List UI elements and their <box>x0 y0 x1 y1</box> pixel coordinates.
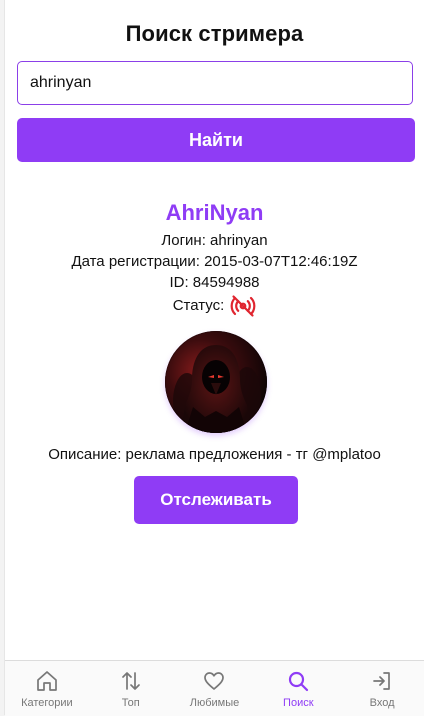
app-screen: Поиск стримера Найти AhriNyan Логин: ahr… <box>5 0 424 716</box>
nav-label: Любимые <box>189 697 240 709</box>
nav-item-top[interactable]: Топ <box>89 661 173 716</box>
status-label: Статус: <box>172 297 225 314</box>
streamer-avatar <box>165 331 267 433</box>
follow-button[interactable]: Отслеживать <box>134 476 298 524</box>
search-icon <box>289 671 309 692</box>
nav-item-categories[interactable]: Категории <box>5 661 89 716</box>
nav-item-favorites[interactable]: Любимые <box>173 661 257 716</box>
nav-label: Вход <box>369 697 395 709</box>
streamer-description: Описание: реклама предложения - тг @mpla… <box>48 446 381 463</box>
nav-item-login[interactable]: Вход <box>340 661 424 716</box>
avatar-image <box>165 331 267 433</box>
nav-label: Поиск <box>283 697 314 709</box>
find-button[interactable]: Найти <box>17 118 415 162</box>
heart-icon <box>204 672 225 690</box>
streamer-id: ID: 84594988 <box>169 274 260 291</box>
streamer-registration-date: Дата регистрации: 2015-03-07T12:46:19Z <box>71 253 358 270</box>
login-icon <box>373 672 390 690</box>
streamer-display-name: AhriNyan <box>165 200 264 225</box>
page-title: Поиск стримера <box>125 21 304 46</box>
nav-label: Топ <box>121 697 140 709</box>
offline-broadcast-icon <box>230 295 256 317</box>
streamer-login: Логин: ahrinyan <box>161 232 268 249</box>
sort-arrows-icon <box>121 672 140 690</box>
streamer-profile: AhriNyan Логин: ahrinyan Дата регистраци… <box>5 196 424 319</box>
bottom-navigation: Категории Топ Любимые Поиск Вход <box>5 660 424 716</box>
streamer-status: Статус: <box>5 293 424 319</box>
search-input[interactable] <box>17 61 413 105</box>
nav-label: Категории <box>21 697 73 709</box>
home-icon <box>37 671 57 691</box>
nav-item-search[interactable]: Поиск <box>256 661 340 716</box>
